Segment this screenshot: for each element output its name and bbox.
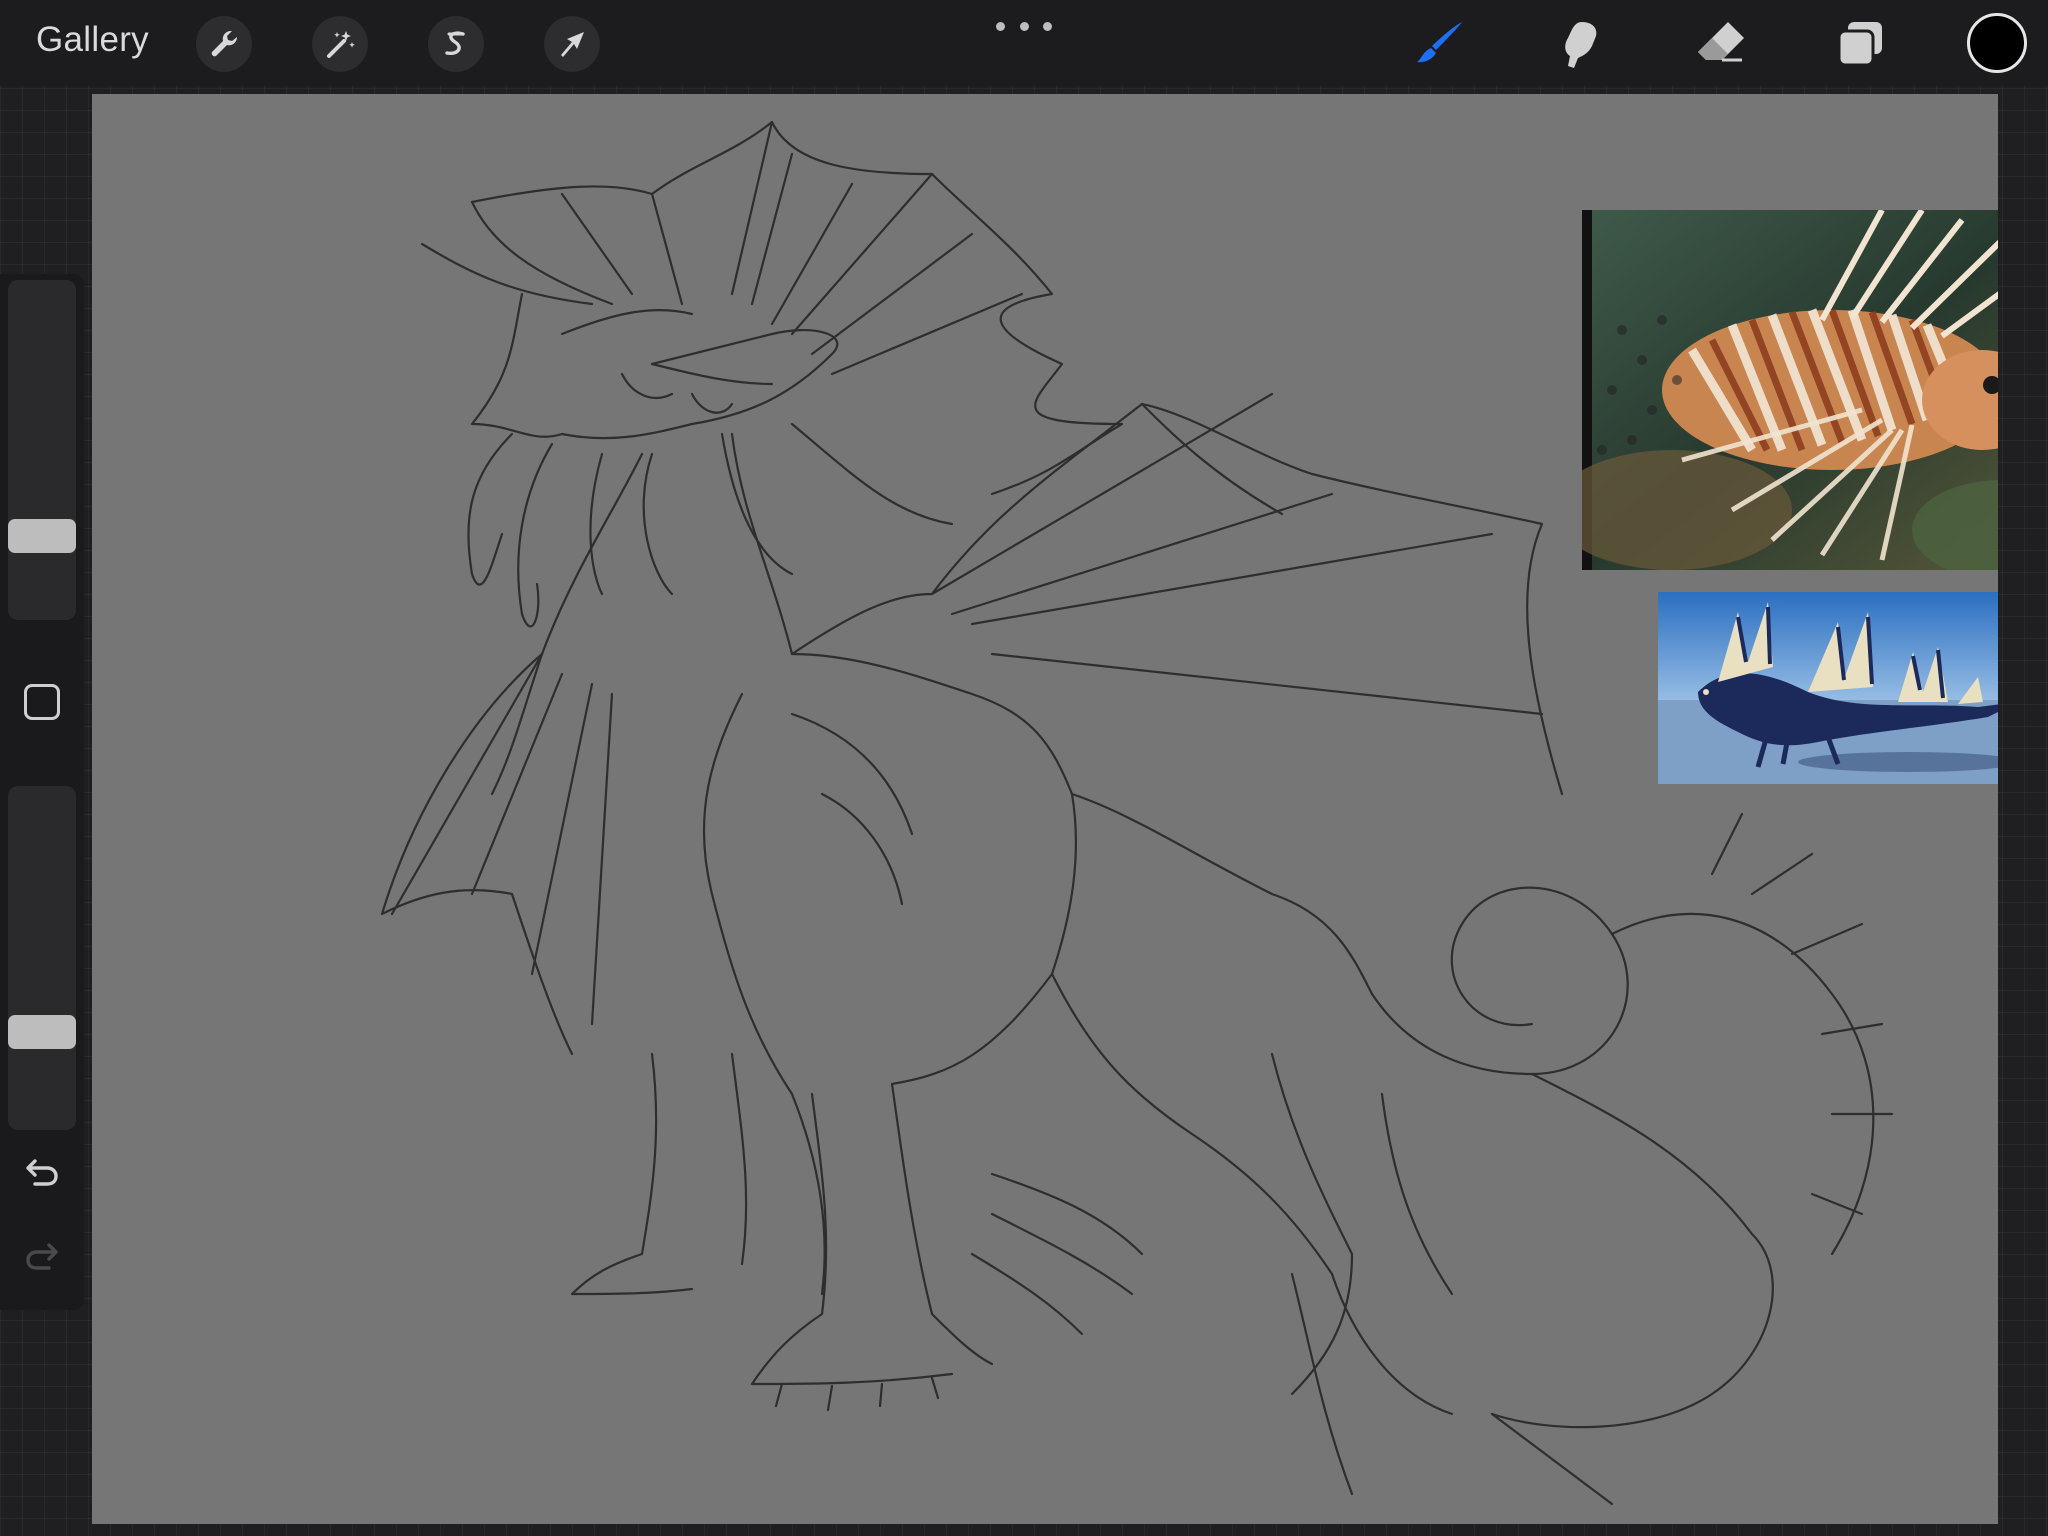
reference-image-lionfish[interactable] — [1582, 210, 1998, 570]
opacity-thumb[interactable] — [8, 1015, 76, 1049]
eraser-tool-button[interactable] — [1688, 12, 1752, 76]
layers-icon — [1837, 22, 1882, 67]
transform-button[interactable] — [544, 16, 600, 72]
gallery-button[interactable]: Gallery — [36, 20, 149, 60]
brush-size-slider[interactable] — [8, 280, 76, 620]
selection-button[interactable] — [428, 16, 484, 72]
undo-icon — [26, 1159, 58, 1186]
arrow-cursor-icon — [561, 32, 584, 57]
actions-button[interactable] — [196, 16, 252, 72]
left-sidebar — [0, 274, 84, 1310]
adjustments-button[interactable] — [312, 16, 368, 72]
color-picker-button[interactable] — [1967, 13, 2027, 73]
undo-button[interactable] — [20, 1150, 64, 1194]
lionfish-photo — [1582, 210, 1998, 570]
smudge-tool-button[interactable] — [1548, 12, 1612, 76]
brush-size-thumb[interactable] — [8, 519, 76, 553]
redo-icon — [26, 1243, 58, 1270]
opacity-slider[interactable] — [8, 786, 76, 1130]
modify-button-square-icon[interactable] — [24, 684, 60, 720]
wrench-icon — [211, 30, 238, 57]
reference-image-3d-dragon[interactable] — [1658, 592, 1998, 784]
brush-tool-button[interactable] — [1408, 12, 1472, 76]
magic-wand-icon — [327, 31, 355, 58]
layers-button[interactable] — [1828, 12, 1892, 76]
more-options-icon[interactable] — [996, 14, 1052, 38]
brush-icon — [1417, 22, 1462, 63]
drawing-canvas[interactable] — [92, 94, 1998, 1524]
selection-s-icon — [445, 31, 465, 56]
dragon-render — [1658, 592, 1998, 784]
smudge-icon — [1565, 22, 1597, 68]
eraser-icon — [1698, 22, 1744, 62]
top-toolbar: Gallery — [0, 0, 2048, 86]
redo-button[interactable] — [20, 1234, 64, 1278]
